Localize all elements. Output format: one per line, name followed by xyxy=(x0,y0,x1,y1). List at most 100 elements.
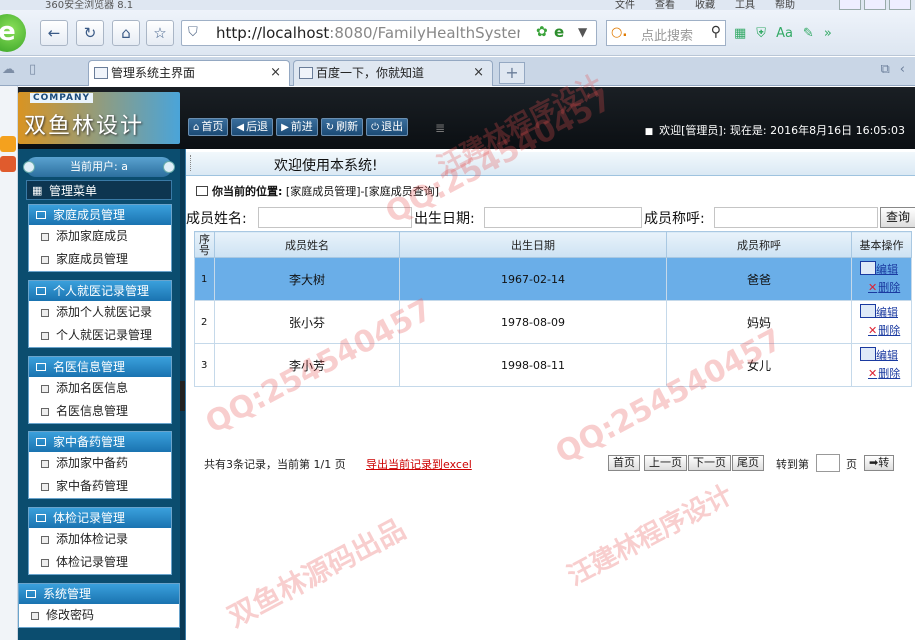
group-icon xyxy=(36,287,46,295)
sidebar-item-change-password[interactable]: 修改密码 xyxy=(19,604,179,627)
grip-icon xyxy=(190,155,200,171)
sidebar-item-doctor-manage[interactable]: 名医信息管理 xyxy=(29,400,171,423)
member-name-input[interactable] xyxy=(258,207,412,228)
menu-view[interactable]: 查看 xyxy=(655,0,675,10)
side-app-icon[interactable] xyxy=(0,136,16,152)
menu-group-header[interactable]: 个人就医记录管理 xyxy=(29,281,171,301)
close-tab-icon[interactable]: × xyxy=(473,61,484,85)
ie-mode-icon[interactable]: e xyxy=(554,23,564,41)
table-row[interactable]: 1 李大树 1967-02-14 爸爸 编辑 ✕删除 xyxy=(194,257,912,301)
sidebar-toggle-icon[interactable]: ▯ xyxy=(29,62,36,77)
maximize-button[interactable] xyxy=(864,0,886,10)
minimize-button[interactable] xyxy=(839,0,861,10)
close-window-button[interactable] xyxy=(889,0,911,10)
apps-icon[interactable]: ▦ xyxy=(734,26,746,41)
family-member-table: 序号 成员姓名 出生日期 成员称呼 基本操作 1 李大树 1967-02-14 … xyxy=(194,231,912,387)
menu-group-header[interactable]: 体检记录管理 xyxy=(29,508,171,528)
search-engine-icon[interactable]: ○. xyxy=(611,25,627,40)
next-page-button[interactable]: 下一页 xyxy=(688,455,731,471)
table-row[interactable]: 3 李小芳 1998-08-11 女儿 编辑 ✕删除 xyxy=(194,343,912,387)
nav-home-button[interactable]: ⌂ 首页 xyxy=(188,118,229,136)
side-app-icon[interactable] xyxy=(0,156,16,172)
first-page-button[interactable]: 首页 xyxy=(608,455,640,471)
page-unit-label: 页 xyxy=(846,458,857,471)
nav-back-button[interactable]: ◀ 后退 xyxy=(231,118,274,136)
page-icon xyxy=(41,309,49,317)
sidebar-item-add-medicine[interactable]: 添加家中备药 xyxy=(29,452,171,475)
nav-logout-button[interactable]: ⏻ 退出 xyxy=(366,118,409,136)
page-icon xyxy=(41,256,49,264)
refresh-icon: ↻ xyxy=(325,122,335,133)
favorite-button[interactable]: ☆ xyxy=(146,20,174,46)
sidebar-item-add-medical-record[interactable]: 添加个人就医记录 xyxy=(29,301,171,324)
query-button[interactable]: 查询 xyxy=(880,207,915,228)
table-row[interactable]: 2 张小芬 1978-08-09 妈妈 编辑 ✕删除 xyxy=(194,300,912,344)
search-icon[interactable]: ⚲ xyxy=(711,24,721,40)
sidebar-item-medicine-manage[interactable]: 家中备药管理 xyxy=(29,475,171,498)
address-text[interactable]: http://localhost:8080/FamilyHealthSystem… xyxy=(216,24,520,42)
menu-group-header[interactable]: 系统管理 xyxy=(19,584,179,604)
tab-baidu[interactable]: 百度一下，你就知道 × xyxy=(293,60,493,86)
birth-date-input[interactable] xyxy=(484,207,642,228)
group-icon xyxy=(36,438,46,446)
back-button[interactable]: ← xyxy=(40,20,68,46)
page-icon xyxy=(41,233,49,241)
guard-icon[interactable]: ⛨ xyxy=(756,26,766,41)
security-icon[interactable]: ✿ xyxy=(536,24,548,40)
nav-refresh-button[interactable]: ↻ 刷新 xyxy=(320,118,364,136)
new-tab-button[interactable]: + xyxy=(499,62,525,84)
browser-side-strip xyxy=(0,86,18,640)
menu-help[interactable]: 帮助 xyxy=(775,0,795,10)
app-logo: COMPANY 双鱼林设计 xyxy=(18,92,180,144)
delete-link[interactable]: ✕删除 xyxy=(864,279,911,297)
delete-link[interactable]: ✕删除 xyxy=(864,365,911,383)
menu-favorites[interactable]: 收藏 xyxy=(695,0,715,10)
skin-icon[interactable]: ✎ xyxy=(803,26,814,41)
page-icon xyxy=(41,332,49,340)
search-box[interactable]: ○. 点此搜索 ⚲ xyxy=(606,20,726,46)
translate-icon[interactable]: Aa xyxy=(776,26,793,41)
relation-input[interactable] xyxy=(714,207,878,228)
birth-date-label: 出生日期: xyxy=(414,211,475,227)
sidebar-item-add-doctor[interactable]: 添加名医信息 xyxy=(29,377,171,400)
sidebar-item-family-member-manage[interactable]: 家庭成员管理 xyxy=(29,248,171,271)
welcome-bar: 欢迎使用本系统! xyxy=(186,152,915,176)
sidebar-item-checkup-manage[interactable]: 体检记录管理 xyxy=(29,551,171,574)
sidebar-item-add-family-member[interactable]: 添加家庭成员 xyxy=(29,225,171,248)
sidebar-item-medical-record-manage[interactable]: 个人就医记录管理 xyxy=(29,324,171,347)
home-button[interactable]: ⌂ xyxy=(112,20,140,46)
go-page-button[interactable]: ➡转 xyxy=(864,455,895,471)
close-tab-icon[interactable]: × xyxy=(270,61,281,85)
cloud-icon[interactable]: ☁ xyxy=(2,62,15,77)
menu-tools[interactable]: 工具 xyxy=(735,0,755,10)
page-number-input[interactable] xyxy=(816,454,840,472)
edit-link[interactable]: 编辑 xyxy=(860,304,911,322)
cell-member-name: 张小芬 xyxy=(214,300,400,344)
tab-list-icon[interactable]: ⧉ xyxy=(881,62,890,77)
export-excel-link[interactable]: 导出当前记录到excel xyxy=(366,456,472,472)
col-member-name: 成员姓名 xyxy=(214,231,400,258)
prev-page-button[interactable]: 上一页 xyxy=(644,455,687,471)
address-bar[interactable]: ⛉ http://localhost:8080/FamilyHealthSyst… xyxy=(181,20,597,46)
menu-group-header[interactable]: 名医信息管理 xyxy=(29,357,171,377)
last-page-button[interactable]: 尾页 xyxy=(732,455,764,471)
tab-management-main[interactable]: 管理系统主界面 × xyxy=(88,60,290,86)
menu-group-header[interactable]: 家中备药管理 xyxy=(29,432,171,452)
refresh-button[interactable]: ↻ xyxy=(76,20,104,46)
menu-file[interactable]: 文件 xyxy=(615,0,635,10)
chevron-down-icon[interactable]: ▼ xyxy=(578,25,587,39)
menu-group-header[interactable]: 家庭成员管理 xyxy=(29,205,171,225)
browser-title: 360安全浏览器 8.1 xyxy=(45,0,134,10)
edit-link[interactable]: 编辑 xyxy=(860,261,911,279)
delete-link[interactable]: ✕删除 xyxy=(864,322,911,340)
page-icon xyxy=(41,483,49,491)
sidebar-item-add-checkup[interactable]: 添加体检记录 xyxy=(29,528,171,551)
more-icon[interactable]: » xyxy=(824,26,832,41)
edit-link[interactable]: 编辑 xyxy=(860,347,911,365)
chevron-left-icon[interactable]: ‹ xyxy=(900,62,905,77)
cell-birth-date: 1978-08-09 xyxy=(399,300,667,344)
page-icon xyxy=(41,385,49,393)
app-header: COMPANY 双鱼林设计 ⌂ 首页 ◀ 后退 ▶ 前进 ↻ 刷新 ⏻ 退出 ≣ ■ 欢迎[… xyxy=(18,87,915,149)
nav-forward-button[interactable]: ▶ 前进 xyxy=(276,118,318,136)
group-icon xyxy=(26,590,36,598)
